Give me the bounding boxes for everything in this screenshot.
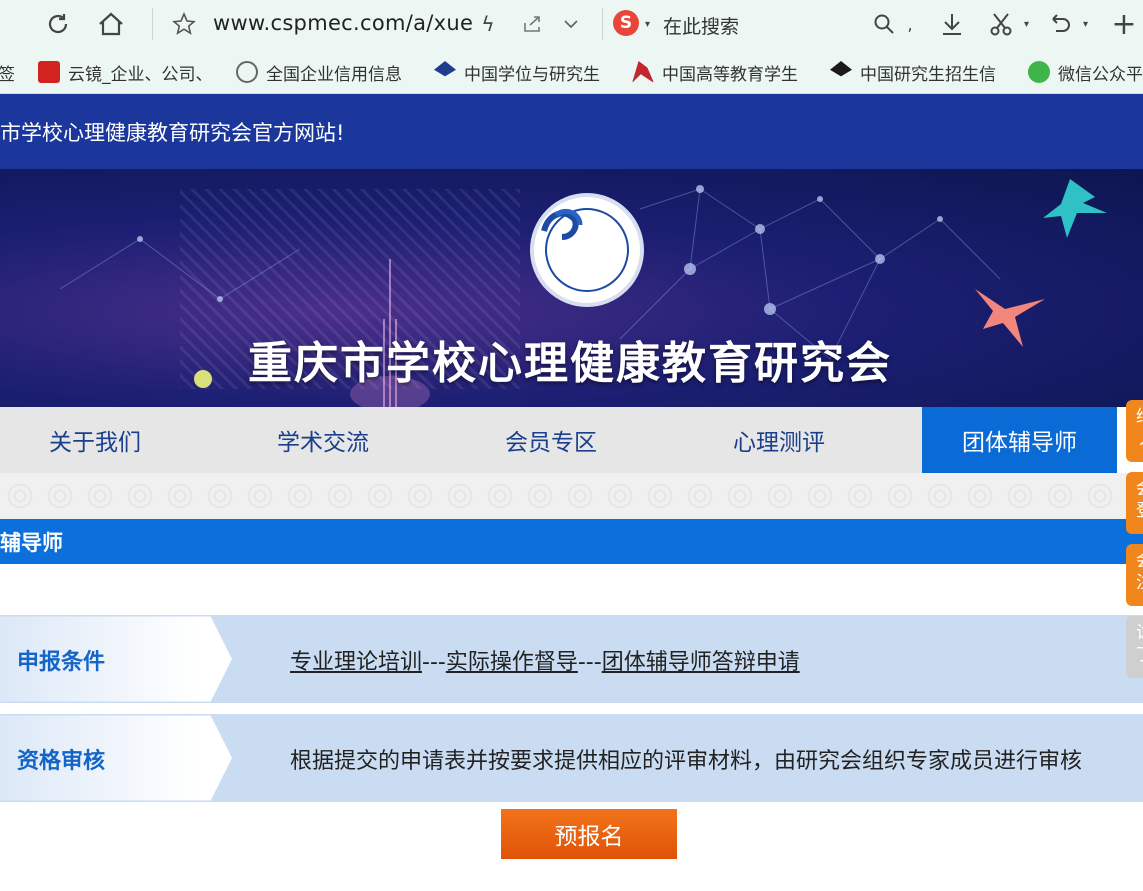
search-engine-icon[interactable]: S xyxy=(613,10,639,36)
site-banner: 重庆市学校心理健康教育研究会 xyxy=(0,169,1143,407)
bookmark-chsi[interactable]: 中国高等教育学生 xyxy=(632,60,810,84)
comma-icon: , xyxy=(907,14,913,34)
share-icon[interactable] xyxy=(516,8,548,40)
download-icon[interactable] xyxy=(936,8,968,40)
float-tab-text: 试 丁 xyxy=(1136,623,1143,665)
wechat-icon xyxy=(1028,61,1050,83)
preregister-button[interactable]: 预报名 xyxy=(501,809,677,859)
separator: --- xyxy=(422,650,446,675)
association-logo xyxy=(530,193,644,307)
float-tab-4[interactable]: 试 丁 xyxy=(1126,616,1143,678)
section-title: 辅导师 xyxy=(0,530,63,555)
link-defense-application[interactable]: 团体辅导师答辩申请 xyxy=(602,650,800,675)
browser-toolbar: 〉 www.cspmec.com/a/xue ϟ S ▾ 在此搜索 , ▾ ▾ … xyxy=(0,0,1143,48)
main-nav: 关于我们 学术交流 会员专区 心理测评 团体辅导师 xyxy=(0,407,1117,473)
requirements-row: 申报条件 专业理论培训---实际操作督导---团体辅导师答辩申请 xyxy=(0,615,1143,703)
separator: --- xyxy=(577,650,602,675)
section-title-bar: 辅导师 xyxy=(0,519,1143,567)
scissors-caret-icon[interactable]: ▾ xyxy=(1024,19,1029,30)
row-label: 资格审核 xyxy=(17,749,106,774)
chevron-down-icon[interactable] xyxy=(555,8,587,40)
scissors-icon[interactable] xyxy=(985,8,1017,40)
nav-psych-assessment[interactable]: 心理测评 xyxy=(684,407,874,473)
nav-academic-exchange[interactable]: 学术交流 xyxy=(228,407,418,473)
bookmark-gsxt[interactable]: 全国企业信用信息 xyxy=(236,60,414,84)
qualification-review-row: 资格审核 根据提交的申请表并按要求提供相应的评审材料，由研究会组织专家成员进行审… xyxy=(0,714,1143,802)
bookmark-label: 中国高等教育学生 xyxy=(662,64,798,85)
requirements-steps: 专业理论培训---实际操作督导---团体辅导师答辩申请 xyxy=(290,644,800,676)
graduation-cap-icon xyxy=(434,61,456,77)
search-engine-caret-icon[interactable]: ▾ xyxy=(645,19,650,30)
home-icon[interactable] xyxy=(95,8,127,40)
link-theory-training[interactable]: 专业理论培训 xyxy=(290,650,422,675)
welcome-text: 市学校心理健康教育研究会官方网站! xyxy=(0,120,345,145)
bookmark-yz-chsi[interactable]: 中国研究生招生信 xyxy=(830,60,1010,84)
nav-group-counselor[interactable]: 团体辅导师 xyxy=(922,407,1117,473)
reload-icon[interactable] xyxy=(42,8,74,40)
bookmark-wechat-mp[interactable]: 微信公众平 xyxy=(1028,60,1143,84)
float-tab-1[interactable]: 给 丿 xyxy=(1126,400,1143,462)
address-bar[interactable]: www.cspmec.com/a/xue xyxy=(213,11,473,35)
star-bookmark-icon[interactable] xyxy=(168,8,200,40)
float-tab-text: 会 登 xyxy=(1136,479,1143,521)
float-tab-text: 给 丿 xyxy=(1136,407,1143,449)
link-practice-supervision[interactable]: 实际操作督导 xyxy=(446,650,578,675)
lightning-icon[interactable]: ϟ xyxy=(472,8,504,40)
qualification-review-text: 根据提交的申请表并按要求提供相应的评审材料，由研究会组织专家成员进行审核 xyxy=(290,749,1083,774)
undo-icon[interactable] xyxy=(1044,8,1076,40)
nav-member-zone[interactable]: 会员专区 xyxy=(456,407,646,473)
forward-icon[interactable]: 〉 xyxy=(0,8,18,41)
float-tab-member-login[interactable]: 会 登 xyxy=(1126,472,1143,534)
float-tab-member-register[interactable]: 会 注 xyxy=(1126,544,1143,606)
bookmark-label: 微信公众平 xyxy=(1058,64,1143,85)
row-label: 申报条件 xyxy=(17,650,106,675)
search-input[interactable]: 在此搜索 xyxy=(663,12,739,39)
bookmark-partial[interactable]: 签 xyxy=(0,60,14,85)
bookmark-label: 中国学位与研究生 xyxy=(464,64,600,85)
welcome-bar: 市学校心理健康教育研究会官方网站! xyxy=(0,94,1143,169)
bookmark-label: 云镜_企业、公司、 xyxy=(68,64,213,85)
banner-title: 重庆市学校心理健康教育研究会 xyxy=(248,338,892,389)
globe-icon xyxy=(236,61,258,83)
bookmark-label: 中国研究生招生信 xyxy=(860,64,996,85)
tianyancha-icon xyxy=(38,61,60,83)
bookmark-cdgdc[interactable]: 中国学位与研究生 xyxy=(434,60,612,84)
decorative-pattern-strip xyxy=(0,473,1143,519)
undo-caret-icon[interactable]: ▾ xyxy=(1083,19,1088,30)
bird-logo-icon xyxy=(632,61,654,83)
bookmark-label: 全国企业信用信息 xyxy=(266,64,402,85)
bookmark-tianyancha[interactable]: 云镜_企业、公司、 xyxy=(38,60,218,84)
bookmarks-bar: 签 云镜_企业、公司、 全国企业信用信息 中国学位与研究生 中国高等教育学生 中… xyxy=(0,48,1143,94)
graduation-cap-icon xyxy=(830,61,852,77)
nav-about-us[interactable]: 关于我们 xyxy=(0,407,190,473)
new-tab-plus-icon[interactable]: + xyxy=(1108,7,1140,42)
float-tab-text: 会 注 xyxy=(1136,551,1143,593)
